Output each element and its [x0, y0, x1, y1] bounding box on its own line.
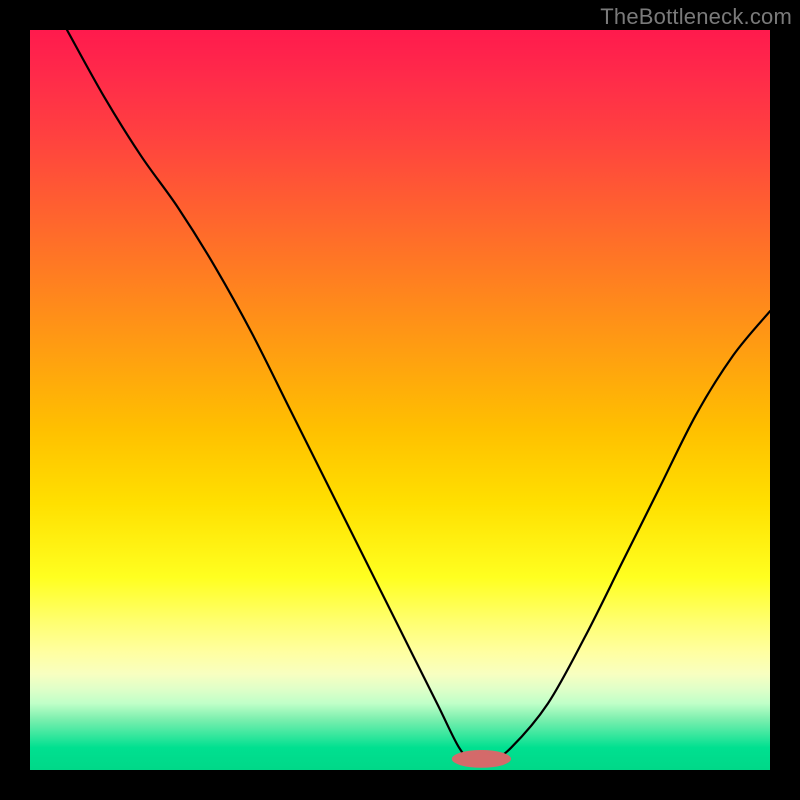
optimal-marker — [452, 750, 511, 768]
curve-layer — [30, 30, 770, 770]
bottleneck-curve — [67, 30, 770, 764]
plot-area — [30, 30, 770, 770]
watermark-text: TheBottleneck.com — [600, 4, 792, 30]
chart-frame: TheBottleneck.com — [0, 0, 800, 800]
